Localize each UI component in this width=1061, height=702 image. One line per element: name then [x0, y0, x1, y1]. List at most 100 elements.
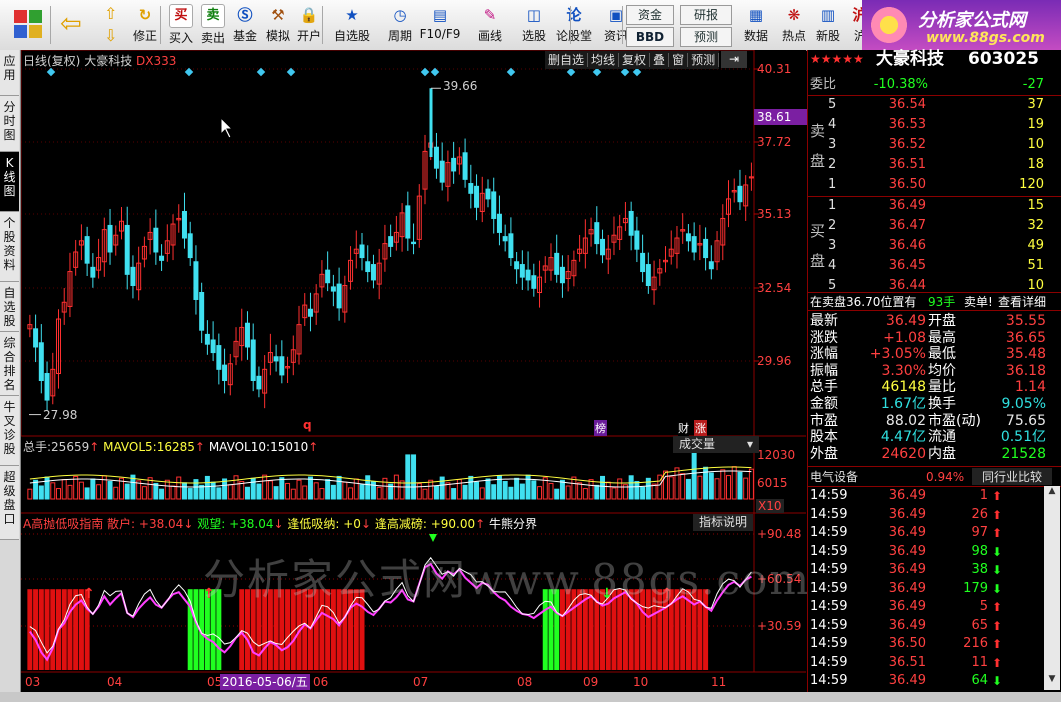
volume-bar — [640, 486, 646, 500]
chart-pin-icon[interactable]: ⇥ — [721, 51, 747, 68]
volume-bar — [50, 482, 56, 500]
back-arrow-icon[interactable]: ⇦ — [60, 10, 88, 38]
sell-price: 36.52 — [888, 137, 926, 152]
buy-row[interactable]: 4 36.45 51 — [808, 257, 1061, 275]
down-arrow-icon[interactable]: ⇩ — [104, 26, 124, 46]
volume-bar — [38, 485, 44, 500]
sell-row[interactable]: 1 36.50 120 — [808, 176, 1061, 194]
toolbar-button-star[interactable]: ★ 自选股 — [330, 2, 374, 48]
chart-header-button-2[interactable]: 复权 — [619, 53, 651, 67]
volume-bar — [96, 484, 102, 500]
scroll-down-icon[interactable]: ▼ — [1044, 674, 1060, 690]
stat-value: +1.08 — [883, 329, 926, 346]
indicator-column — [680, 589, 686, 670]
toolbar-button-lock[interactable]: 🔒 开户 — [294, 2, 324, 48]
candle-body — [525, 269, 531, 281]
toolbar-button-forum[interactable]: 论论股堂 — [552, 2, 596, 48]
volume-bar — [90, 478, 96, 500]
toolbar-button-fund[interactable]: Ⓢ 基金 — [230, 2, 260, 48]
chart-header-button-1[interactable]: 均线 — [588, 53, 620, 67]
sell-row[interactable]: 2 36.51 18 — [808, 156, 1061, 174]
toolbar-button-f10[interactable]: ▤ F10/F9 — [418, 2, 462, 48]
tick-time: 14:59 — [810, 543, 848, 559]
sell-label: 盘 — [810, 152, 826, 170]
marker-bang[interactable]: 榜 — [594, 420, 607, 436]
left-tab-3[interactable]: 个股资料 — [0, 212, 19, 282]
notice-detail-link[interactable]: 查看详细 — [998, 293, 1046, 311]
sell-row[interactable]: 4 36.53 19 — [808, 116, 1061, 134]
left-tab-2[interactable]: K线图 — [0, 152, 19, 212]
mavol10-value: 15010 — [270, 440, 309, 454]
volume-bar — [296, 479, 302, 500]
high-price-label: 39.66 — [443, 79, 478, 93]
refresh-icon: ↻ — [138, 6, 152, 24]
right-scrollbar[interactable]: ▲ ▼ — [1044, 486, 1060, 690]
home-icon[interactable] — [14, 10, 42, 38]
chart-header-button-5[interactable]: 预测 — [688, 53, 720, 67]
buy-row[interactable]: 3 36.46 49 — [808, 237, 1061, 255]
left-tab-5[interactable]: 综合排名 — [0, 332, 19, 396]
chart-header-button-3[interactable]: 叠 — [650, 53, 670, 67]
left-tab-4[interactable]: 自选股 — [0, 282, 19, 332]
sell-row[interactable]: 3 36.52 10 — [808, 136, 1061, 154]
buy-volume: 49 — [1027, 238, 1044, 253]
volume-bar — [474, 481, 480, 500]
indicator-column — [342, 589, 348, 670]
buy-level: 4 — [828, 258, 837, 273]
volume-dropdown[interactable]: 成交量 ▾ — [673, 436, 759, 453]
buy-row[interactable]: 2 36.47 32 — [808, 217, 1061, 235]
arrow-down-icon: ⬇ — [992, 581, 1003, 596]
bbd-button[interactable]: BBD — [626, 27, 674, 47]
toolbar-button-hammer[interactable]: ⚒ 模拟 — [263, 2, 293, 48]
toolbar-button-select[interactable]: ◫ 选股 — [512, 2, 556, 48]
zijin-button[interactable]: 资金 — [626, 5, 674, 25]
marker-cai[interactable]: 财 — [678, 420, 689, 436]
chart-svg: 40.31 37.72 35.13 32.54 29.96 12030 6015 +90.48… — [21, 50, 806, 689]
indicator-help-button[interactable]: 指标说明 — [693, 514, 753, 531]
left-tab-0[interactable]: 应用 — [0, 50, 19, 96]
toolbar-button-clock[interactable]: ◷ 周期 — [378, 2, 422, 48]
volume-bar — [748, 468, 754, 500]
mouse-cursor-icon — [220, 116, 234, 139]
volume-bar — [697, 475, 703, 500]
chart-header-button-4[interactable]: 窗 — [669, 53, 689, 67]
star-icon: ★ — [345, 6, 359, 24]
toolbar-button-sell[interactable]: 卖卖出 — [198, 2, 228, 48]
yanbao-button[interactable]: 研报 — [680, 5, 732, 25]
indicator-column — [285, 589, 291, 670]
tick-volume: 65 — [971, 617, 988, 633]
left-tab-6[interactable]: 牛叉诊股 — [0, 396, 19, 466]
indicator-column — [27, 589, 33, 670]
volume-bar — [605, 481, 611, 500]
toolbar-button-pen[interactable]: ✎ 画线 — [468, 2, 512, 48]
toolbar-button-buy[interactable]: 买买入 — [166, 2, 196, 48]
stat-label: 最低 — [928, 346, 956, 363]
sell-price: 36.50 — [888, 177, 926, 192]
buy-row[interactable]: 1 36.49 15 — [808, 197, 1061, 215]
volume-bar — [445, 482, 451, 500]
toolbar-label: 论股堂 — [555, 29, 592, 43]
toolbar-separator — [570, 6, 571, 44]
scroll-up-icon[interactable]: ▲ — [1044, 486, 1060, 502]
left-tab-1[interactable]: 分时图 — [0, 96, 19, 152]
tick-time: 14:59 — [810, 617, 848, 633]
up-arrow-signal-icon: ↑ — [203, 586, 215, 602]
industry-compare-button[interactable]: 同行业比较 — [972, 468, 1052, 485]
sell-row[interactable]: 5 36.54 37 — [808, 96, 1061, 114]
candle-body — [462, 152, 468, 180]
kline-chart-area[interactable]: 40.31 37.72 35.13 32.54 29.96 12030 6015 +90.48… — [21, 50, 809, 692]
left-tab-7[interactable]: 超级盘口 — [0, 466, 19, 540]
industry-row: 电气设备 0.94% 同行业比较 — [808, 468, 1061, 486]
indicator-column — [273, 589, 279, 670]
toolbar-button-refresh[interactable]: ↻ 修正 — [130, 2, 160, 48]
volume-axis-label: 6015 — [757, 476, 788, 490]
marker-zhang[interactable]: 涨 — [694, 420, 707, 436]
candle-body — [330, 286, 336, 292]
sell-volume: 120 — [1019, 177, 1044, 192]
stock-title-row: ★★★★★ 大豪科技 603025 — [808, 50, 1061, 70]
yuce-button[interactable]: 预测 — [680, 27, 732, 47]
chart-header-button-0[interactable]: 删自选 — [545, 53, 589, 67]
tick-time: 14:59 — [810, 580, 848, 596]
up-arrow-signal-icon: ↑ — [661, 586, 673, 602]
up-arrow-icon[interactable]: ⇧ — [104, 4, 124, 24]
